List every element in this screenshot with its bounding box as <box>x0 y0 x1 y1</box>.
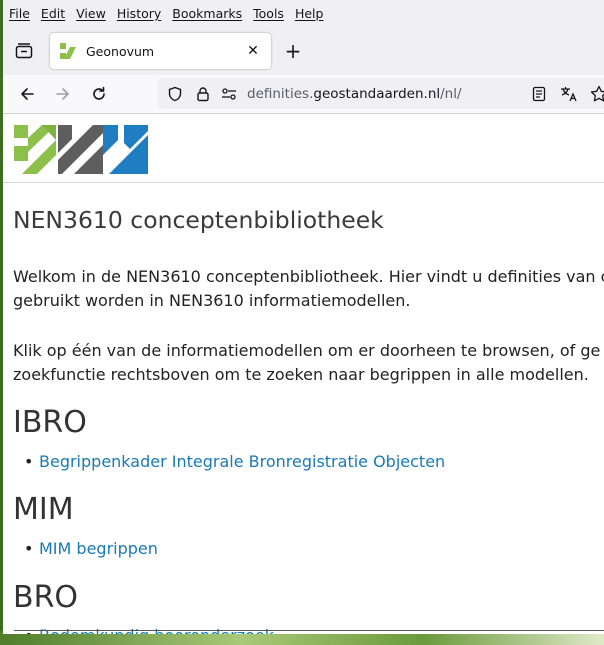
forward-arrow-icon[interactable] <box>52 83 74 105</box>
reload-icon[interactable] <box>88 83 110 105</box>
url-text[interactable]: definities.geostandaarden.nl/nl/ <box>247 86 462 102</box>
link-mim-begrippen[interactable]: MIM begrippen <box>24 539 158 558</box>
menu-view[interactable]: View <box>76 6 106 21</box>
menu-bookmarks[interactable]: Bookmarks <box>172 6 242 21</box>
url-bar-actions <box>520 75 604 113</box>
new-tab-button[interactable]: + <box>282 39 304 63</box>
tab-geonovum[interactable]: Geonovum ✕ <box>50 33 271 69</box>
section-heading-bro: BRO <box>13 580 79 615</box>
tab-title: Geonovum <box>86 43 155 59</box>
link-ibro-begrippenkader[interactable]: Begrippenkader Integrale Bronregistratie… <box>24 452 445 471</box>
menu-edit[interactable]: Edit <box>41 6 65 21</box>
back-arrow-icon[interactable] <box>16 83 38 105</box>
intro-text: Welkom in de NEN3610 conceptenbibliothee… <box>13 265 604 313</box>
intro-line-2: gebruikt worden in NEN3610 informatiemod… <box>13 291 411 310</box>
tab-bar: Geonovum ✕ + <box>3 27 604 75</box>
shield-icon[interactable] <box>166 85 184 103</box>
instructions-line-1: Klik op één van de informatiemodellen om… <box>13 341 601 360</box>
page-bottom-divider <box>14 630 604 631</box>
menu-file[interactable]: File <box>9 6 30 21</box>
reader-view-icon[interactable] <box>528 83 550 105</box>
tab-overview-icon[interactable] <box>13 41 35 61</box>
geonovum-logo[interactable] <box>14 125 148 175</box>
section-heading-ibro: IBRO <box>13 405 87 440</box>
section-heading-mim: MIM <box>13 492 74 527</box>
menu-help[interactable]: Help <box>295 6 324 21</box>
url-suffix: /nl/ <box>440 85 462 102</box>
url-host: geostandaarden.nl <box>313 85 441 102</box>
instructions-line-2: zoekfunctie rechtsboven om te zoeken naa… <box>13 365 589 384</box>
permissions-icon[interactable] <box>220 85 238 103</box>
url-prefix: definities. <box>247 85 314 102</box>
translate-icon[interactable] <box>558 83 580 105</box>
page-title: NEN3610 conceptenbibliotheek <box>13 206 384 234</box>
instructions-text: Klik op één van de informatiemodellen om… <box>13 339 600 387</box>
intro-line-1: Welkom in de NEN3610 conceptenbibliothee… <box>13 267 604 286</box>
browser-window: File Edit View History Bookmarks Tools H… <box>3 0 604 634</box>
lock-icon[interactable] <box>194 85 212 103</box>
menu-tools[interactable]: Tools <box>253 6 284 21</box>
navigation-bar: definities.geostandaarden.nl/nl/ <box>3 75 604 114</box>
menu-history[interactable]: History <box>117 6 161 21</box>
close-tab-icon[interactable]: ✕ <box>241 39 265 63</box>
page-content: NEN3610 conceptenbibliotheek Welkom in d… <box>3 114 604 634</box>
geonovum-favicon <box>60 43 76 59</box>
site-header <box>3 114 604 183</box>
bookmark-star-icon[interactable] <box>588 83 604 105</box>
menu-bar: File Edit View History Bookmarks Tools H… <box>3 0 604 27</box>
